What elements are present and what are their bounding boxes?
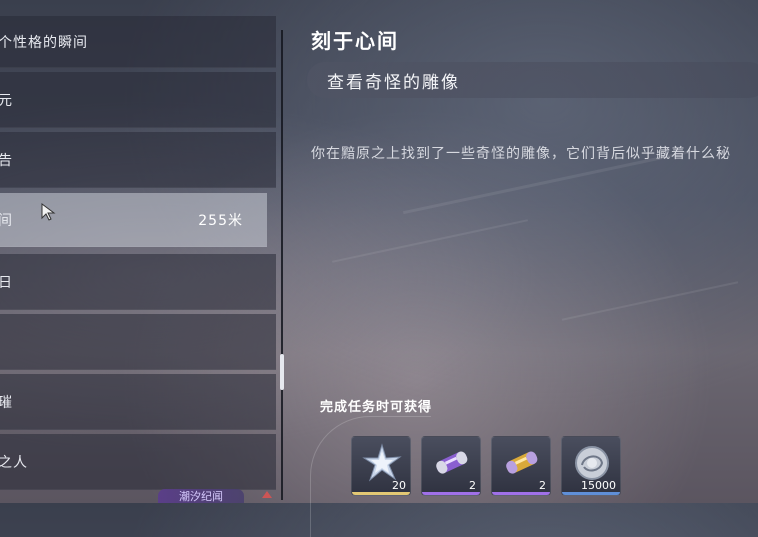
quest-list-item[interactable]: 个性格的瞬间 (0, 16, 276, 68)
background-streak (561, 281, 739, 321)
quest-list: 个性格的瞬间 元 告 间 255米 日 璀 之人 潮汐纪闻 (0, 0, 276, 503)
quest-list-item[interactable]: 告 (0, 132, 276, 188)
quest-item-label: 璀 (0, 394, 13, 411)
quest-item-label: 之人 (0, 454, 28, 471)
quest-item-label: 间 (0, 212, 13, 229)
reward-count: 15000 (581, 479, 616, 492)
rarity-bar (492, 492, 550, 495)
background-streak (331, 219, 529, 263)
rewards-heading: 完成任务时可获得 (320, 400, 433, 415)
reward-item[interactable]: 2 (421, 436, 481, 496)
rarity-bar (352, 492, 410, 495)
quest-list-item[interactable]: 元 (0, 72, 276, 128)
quest-item-label: 告 (0, 152, 13, 169)
chronicle-tab[interactable]: 潮汐纪闻 (158, 489, 244, 503)
quest-list-item[interactable]: 日 (0, 254, 276, 310)
quest-list-item[interactable] (0, 314, 276, 370)
reward-count: 2 (539, 479, 546, 492)
quest-list-item[interactable]: 璀 (0, 374, 276, 430)
list-scrollbar[interactable] (280, 354, 284, 390)
quest-description: 你在黯原之上找到了一些奇怪的雕像，它们背后似乎藏着什么秘 (311, 146, 731, 162)
reward-item[interactable]: 2 (491, 436, 551, 496)
shell-coin-icon (575, 446, 609, 480)
quest-item-label: 个性格的瞬间 (0, 34, 88, 51)
panel-divider (281, 30, 283, 500)
reward-item[interactable]: 15000 (561, 436, 621, 496)
crystal-star-icon (362, 443, 402, 482)
rarity-bar (562, 492, 620, 495)
quest-item-label: 元 (0, 92, 13, 109)
reward-item[interactable]: 20 (351, 436, 411, 496)
quest-distance: 255米 (198, 212, 243, 229)
quest-list-item-active[interactable]: 间 255米 (0, 193, 267, 247)
quest-item-label: 日 (0, 274, 13, 291)
gold-capsule-icon (506, 451, 538, 474)
purple-capsule-icon (436, 451, 468, 474)
mouse-cursor-icon (41, 203, 56, 221)
quest-list-item[interactable]: 之人 (0, 434, 276, 490)
collapse-arrow-icon[interactable] (262, 491, 272, 498)
quest-objective: 查看奇怪的雕像 (327, 73, 460, 93)
quest-title: 刻于心间 (311, 29, 399, 53)
reward-count: 20 (392, 479, 406, 492)
reward-count: 2 (469, 479, 476, 492)
rarity-bar (422, 492, 480, 495)
